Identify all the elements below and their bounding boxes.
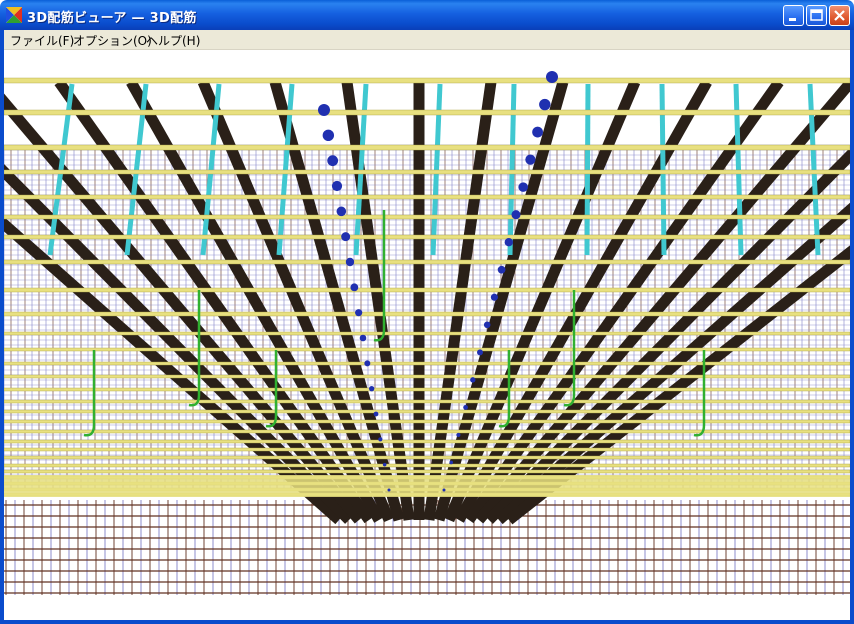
menu-options[interactable]: オプション(O) <box>73 32 152 49</box>
window-frame-right <box>850 30 854 624</box>
app-window: 3D配筋ビューア — 3D配筋 ファイル(F) オプション(O) ヘルプ(H) <box>0 0 854 624</box>
app-logo-icon <box>6 7 22 23</box>
window-frame-bottom <box>0 620 854 624</box>
minimize-icon <box>789 18 796 21</box>
close-icon <box>834 10 845 21</box>
menu-bar: ファイル(F) オプション(O) ヘルプ(H) <box>0 30 854 50</box>
close-button[interactable] <box>829 5 850 26</box>
window-title: 3D配筋ビューア — 3D配筋 <box>27 11 197 26</box>
window-frame-left <box>0 30 4 624</box>
rebar-3d-scene[interactable] <box>4 50 850 620</box>
maximize-icon <box>810 9 823 21</box>
menu-file[interactable]: ファイル(F) <box>10 32 74 49</box>
minimize-button[interactable] <box>783 5 804 26</box>
title-bar[interactable]: 3D配筋ビューア — 3D配筋 <box>0 0 854 30</box>
3d-viewport[interactable] <box>4 50 850 620</box>
maximize-button[interactable] <box>806 5 827 26</box>
menu-help[interactable]: ヘルプ(H) <box>146 32 200 49</box>
